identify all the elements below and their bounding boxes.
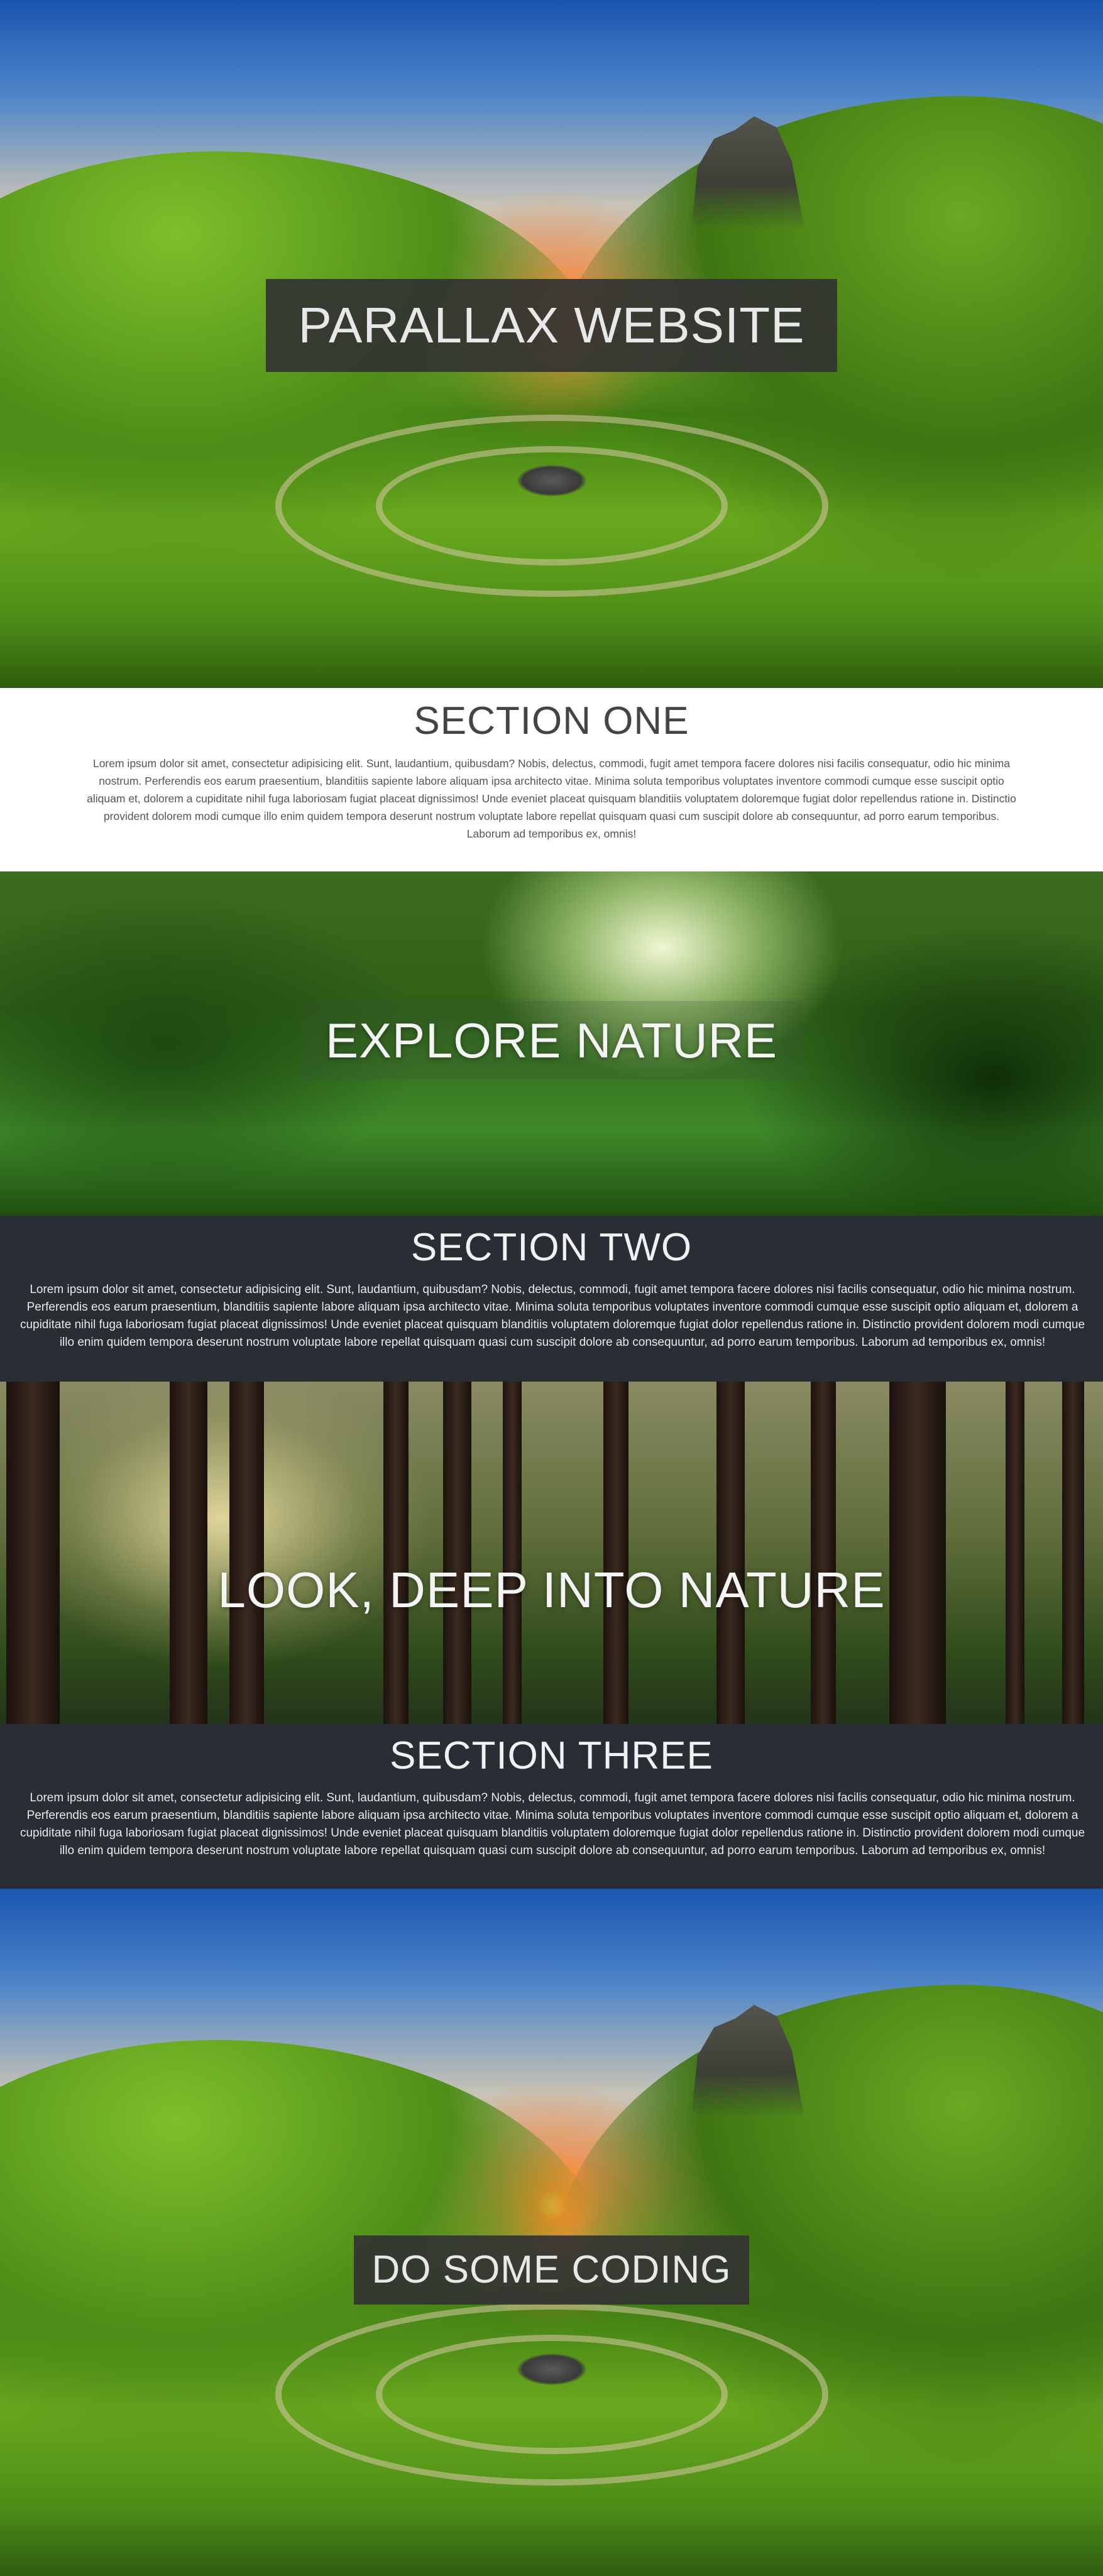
- section-two: SECTION TWO Lorem ipsum dolor sit amet, …: [0, 1216, 1103, 1382]
- tree-trunk-image: [6, 1382, 60, 1724]
- hero-title-explore-nature: EXPLORE NATURE: [300, 1001, 803, 1080]
- hero-parallax-image-2: EXPLORE NATURE: [0, 871, 1103, 1216]
- section-one-heading: SECTION ONE: [414, 699, 689, 743]
- hero-title-do-some-coding: DO SOME CODING: [354, 2235, 749, 2305]
- rock-formation-image: [691, 116, 804, 229]
- section-three: SECTION THREE Lorem ipsum dolor sit amet…: [0, 1724, 1103, 1889]
- hero-parallax-image-3: LOOK, DEEP INTO NATURE: [0, 1382, 1103, 1724]
- section-one: SECTION ONE Lorem ipsum dolor sit amet, …: [0, 688, 1103, 871]
- section-three-heading: SECTION THREE: [390, 1734, 713, 1777]
- stone-spiral-inner: [375, 446, 728, 565]
- tree-trunk-image: [503, 1382, 522, 1724]
- section-one-body: Lorem ipsum dolor sit amet, consectetur …: [87, 757, 1016, 840]
- tree-trunk-image: [1062, 1382, 1084, 1724]
- section-two-heading: SECTION TWO: [410, 1226, 693, 1269]
- tree-trunk-image: [811, 1382, 836, 1724]
- tree-trunk-image: [889, 1382, 946, 1724]
- tree-trunk-image: [170, 1382, 207, 1724]
- tree-trunk-image: [229, 1382, 264, 1724]
- tree-trunk-image: [1006, 1382, 1024, 1724]
- section-three-body: Lorem ipsum dolor sit amet, consectetur …: [19, 1791, 1085, 1857]
- section-two-body: Lorem ipsum dolor sit amet, consectetur …: [19, 1283, 1085, 1349]
- rock-formation-image: [691, 2005, 804, 2118]
- tree-trunk-image: [603, 1382, 628, 1724]
- hero-title-look-deep-into-nature: LOOK, DEEP INTO NATURE: [217, 1561, 886, 1618]
- tree-trunk-image: [716, 1382, 745, 1724]
- stone-cairn-image: [517, 465, 586, 496]
- hero-parallax-image-4: DO SOME CODING: [0, 1889, 1103, 2576]
- hero-title-parallax-website: PARALLAX WEBSITE: [265, 278, 838, 372]
- stone-spiral-inner: [375, 2335, 728, 2454]
- tree-trunk-image: [443, 1382, 471, 1724]
- tree-trunk-image: [383, 1382, 409, 1724]
- stone-cairn-image: [517, 2354, 586, 2385]
- hero-parallax-image-1: PARALLAX WEBSITE: [0, 0, 1103, 688]
